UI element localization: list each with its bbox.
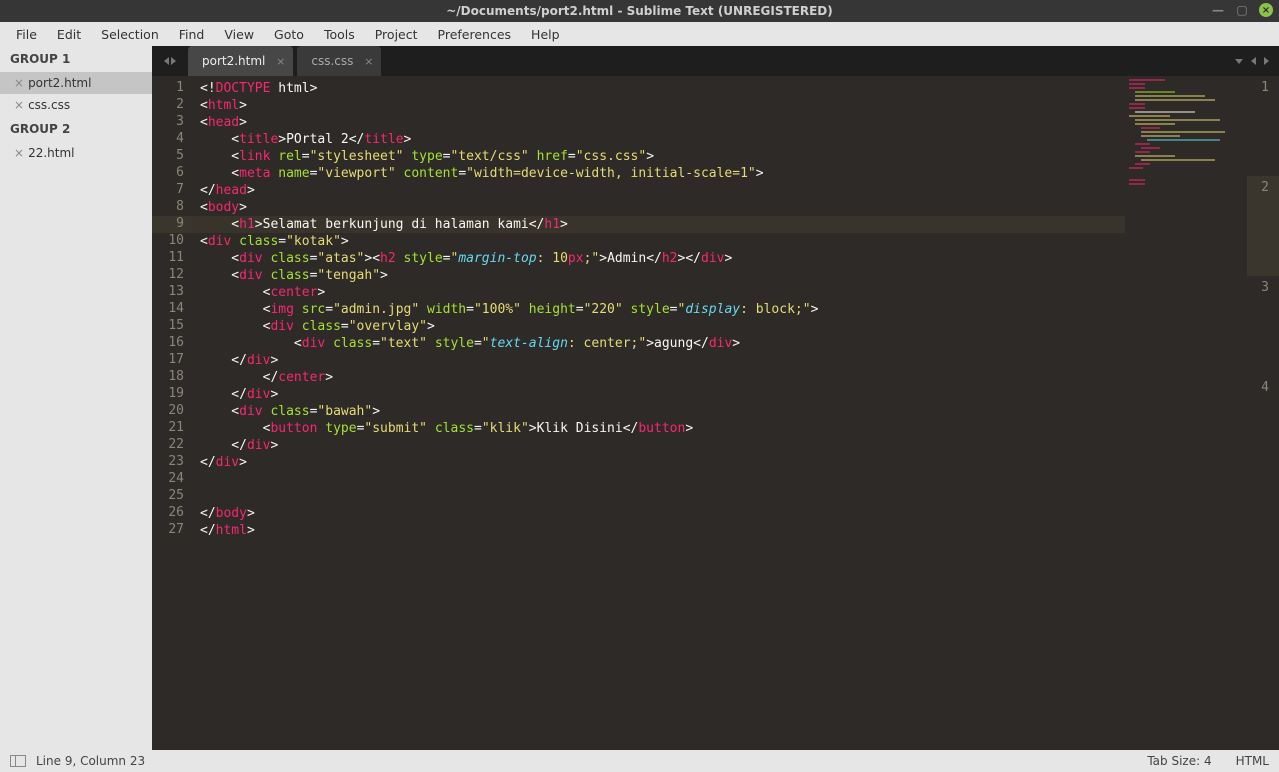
status-syntax[interactable]: HTML: [1236, 754, 1269, 768]
sidebar-item-port2[interactable]: ×port2.html: [0, 72, 152, 94]
chevron-right-icon[interactable]: [171, 57, 176, 65]
sidebar-group1-header: GROUP 1: [0, 46, 152, 72]
window-titlebar: ~/Documents/port2.html - Sublime Text (U…: [0, 0, 1279, 22]
chevron-left-icon[interactable]: [1251, 57, 1256, 65]
tab-dropdown-icon[interactable]: [1235, 59, 1243, 64]
statusbar: Line 9, Column 23 Tab Size: 4 HTML: [0, 750, 1279, 772]
tab-css[interactable]: css.css ×: [297, 46, 381, 76]
menu-edit[interactable]: Edit: [47, 24, 91, 45]
tab-history-nav[interactable]: [152, 46, 188, 76]
menu-preferences[interactable]: Preferences: [428, 24, 522, 45]
window-close-icon[interactable]: ×: [1259, 3, 1273, 17]
close-icon[interactable]: ×: [14, 76, 24, 90]
sidebar-item-22html[interactable]: ×22.html: [0, 142, 152, 164]
window-maximize-icon[interactable]: ▢: [1235, 3, 1249, 17]
menu-file[interactable]: File: [6, 24, 47, 45]
menubar: File Edit Selection Find View Goto Tools…: [0, 22, 1279, 46]
tab-close-icon[interactable]: ×: [276, 55, 285, 68]
chevron-left-icon[interactable]: [164, 57, 169, 65]
tab-close-icon[interactable]: ×: [364, 55, 373, 68]
window-minimize-icon[interactable]: —: [1211, 3, 1225, 17]
tab-port2[interactable]: port2.html ×: [188, 46, 293, 76]
panel-switcher-icon[interactable]: [10, 755, 26, 767]
menu-find[interactable]: Find: [169, 24, 215, 45]
sidebar: GROUP 1 ×port2.html ×css.css GROUP 2 ×22…: [0, 46, 152, 750]
vertical-scrollbar[interactable]: [1235, 76, 1247, 750]
window-title: ~/Documents/port2.html - Sublime Text (U…: [446, 4, 833, 18]
menu-help[interactable]: Help: [521, 24, 570, 45]
menu-view[interactable]: View: [214, 24, 264, 45]
menu-goto[interactable]: Goto: [264, 24, 314, 45]
chevron-right-icon[interactable]: [1264, 57, 1269, 65]
close-icon[interactable]: ×: [14, 98, 24, 112]
close-icon[interactable]: ×: [14, 146, 24, 160]
sidebar-group2-header: GROUP 2: [0, 116, 152, 142]
right-pane-gutter: 1 2 3 4: [1247, 76, 1279, 750]
minimap[interactable]: [1125, 76, 1235, 750]
menu-tools[interactable]: Tools: [314, 24, 365, 45]
status-position: Line 9, Column 23: [36, 754, 145, 768]
menu-project[interactable]: Project: [365, 24, 428, 45]
code-editor[interactable]: <!DOCTYPE html><html><head> <title>POrta…: [192, 76, 1125, 750]
sidebar-item-css[interactable]: ×css.css: [0, 94, 152, 116]
menu-selection[interactable]: Selection: [91, 24, 169, 45]
status-tabsize[interactable]: Tab Size: 4: [1147, 754, 1211, 768]
line-number-gutter[interactable]: 1234567891011121314151617181920212223242…: [152, 76, 192, 750]
tabbar: port2.html × css.css ×: [152, 46, 1279, 76]
